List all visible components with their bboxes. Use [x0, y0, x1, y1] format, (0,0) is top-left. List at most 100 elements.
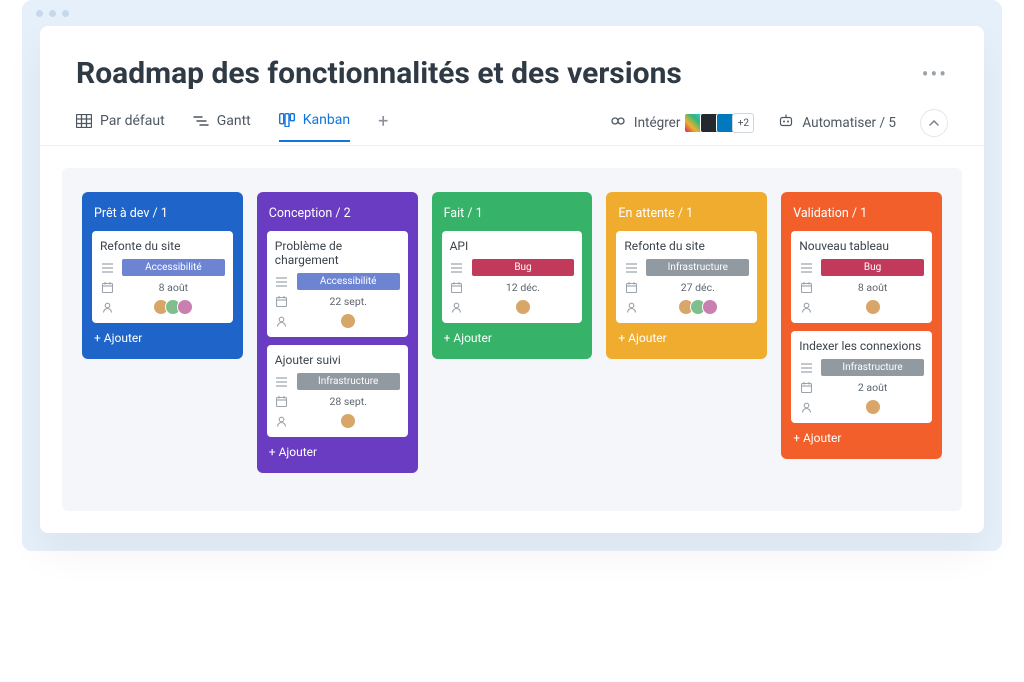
- card-assignees-row: [799, 299, 924, 315]
- card-tag-row: Infrastructure: [799, 359, 924, 376]
- card-tag-row: Bug: [799, 259, 924, 276]
- avatar: [340, 313, 356, 329]
- grid-icon: [76, 114, 92, 128]
- calendar-icon: [450, 282, 464, 293]
- avatar-stack: [472, 299, 575, 315]
- card-assignees-row: [275, 413, 400, 429]
- header: Roadmap des fonctionnalités et des versi…: [40, 26, 984, 91]
- list-icon: [624, 263, 638, 273]
- card-date-row: 8 août: [100, 281, 225, 294]
- add-view-button[interactable]: +: [378, 111, 388, 144]
- add-card-button[interactable]: + Ajouter: [94, 331, 231, 345]
- kanban-icon: [279, 113, 295, 127]
- tool-label: Intégrer: [634, 115, 680, 131]
- calendar-icon: [275, 296, 289, 307]
- robot-icon: [778, 114, 794, 132]
- automate-button[interactable]: Automatiser / 5: [778, 114, 896, 132]
- collapse-button[interactable]: [920, 109, 948, 137]
- card-assignees-row: [450, 299, 575, 315]
- avatar-stack: [821, 399, 924, 415]
- card-date: 8 août: [122, 281, 225, 294]
- toolbar: Par défaut Gantt K: [40, 91, 984, 146]
- calendar-icon: [799, 282, 813, 293]
- kanban-card[interactable]: Indexer les connexions Infrastructure 2 ao…: [791, 331, 932, 423]
- add-card-button[interactable]: + Ajouter: [793, 431, 930, 445]
- integration-more[interactable]: +2: [732, 113, 754, 133]
- column-title: Conception / 2: [269, 206, 406, 221]
- tag-badge: Bug: [472, 259, 575, 276]
- add-card-button[interactable]: + Ajouter: [618, 331, 755, 345]
- card-date: 2 août: [821, 381, 924, 394]
- avatar: [515, 299, 531, 315]
- kanban-card[interactable]: Refonte du siteAccessibilité8 août: [92, 231, 233, 323]
- tab-gantt[interactable]: Gantt: [193, 113, 251, 141]
- column-done: Fait / 1 API Bug 12 déc. + Ajouter: [432, 192, 593, 359]
- column-title: En attente / 1: [618, 206, 755, 221]
- avatar: [177, 299, 193, 315]
- card-date-row: 27 déc.: [624, 281, 749, 294]
- user-icon: [799, 302, 813, 313]
- card-date-row: 22 sept.: [275, 295, 400, 308]
- column-ready: Prêt à dev / 1Refonte du siteAccessibili…: [82, 192, 243, 359]
- card-title: Indexer les connexions: [799, 339, 924, 353]
- kanban-card[interactable]: Refonte du site Infrastructure 27 déc.: [616, 231, 757, 323]
- calendar-icon: [624, 282, 638, 293]
- calendar-icon: [799, 382, 813, 393]
- column-title: Fait / 1: [444, 206, 581, 221]
- tab-label: Gantt: [217, 113, 251, 129]
- card-date-row: 8 août: [799, 281, 924, 294]
- column-title: Validation / 1: [793, 206, 930, 221]
- add-card-button[interactable]: + Ajouter: [269, 445, 406, 459]
- user-icon: [275, 416, 289, 427]
- card-title: Nouveau tableau: [799, 239, 924, 253]
- tab-kanban[interactable]: Kanban: [279, 112, 350, 142]
- user-icon: [275, 316, 289, 327]
- calendar-icon: [100, 282, 114, 293]
- avatar-stack: [297, 313, 400, 329]
- tool-label: Automatiser / 5: [802, 115, 896, 131]
- card-title: Refonte du site: [624, 239, 749, 253]
- column-title: Prêt à dev / 1: [94, 206, 231, 221]
- avatar-stack: [297, 413, 400, 429]
- more-icon[interactable]: •••: [922, 62, 948, 86]
- window-dot: [62, 10, 69, 17]
- avatar-stack: [122, 299, 225, 315]
- kanban-card[interactable]: Ajouter suiviInfrastructure28 sept.: [267, 345, 408, 437]
- browser-frame: Roadmap des fonctionnalités et des versi…: [22, 0, 1002, 551]
- list-icon: [450, 263, 464, 273]
- tab-label: Kanban: [303, 112, 350, 128]
- tag-badge: Infrastructure: [821, 359, 924, 376]
- gantt-icon: [193, 115, 209, 127]
- avatar-stack: [821, 299, 924, 315]
- card-tag-row: Bug: [450, 259, 575, 276]
- kanban-card[interactable]: Problème de chargement Accessibilité 22 se…: [267, 231, 408, 337]
- list-icon: [799, 363, 813, 373]
- tag-badge: Accessibilité: [297, 273, 400, 290]
- card-assignees-row: [799, 399, 924, 415]
- column-design: Conception / 2 Problème de chargement Acce…: [257, 192, 418, 473]
- card-date-row: 12 déc.: [450, 281, 575, 294]
- window-dot: [49, 10, 56, 17]
- integrate-icon: [610, 113, 626, 133]
- card-assignees-row: [624, 299, 749, 315]
- right-tools: Intégrer +2 Automatiser / 5: [610, 109, 948, 145]
- avatar: [702, 299, 718, 315]
- user-icon: [799, 402, 813, 413]
- user-icon: [450, 302, 464, 313]
- kanban-card[interactable]: Nouveau tableau Bug 8 août: [791, 231, 932, 323]
- browser-titlebar: [22, 0, 1002, 26]
- tag-badge: Accessibilité: [122, 259, 225, 276]
- tag-badge: Bug: [821, 259, 924, 276]
- avatar: [340, 413, 356, 429]
- add-card-button[interactable]: + Ajouter: [444, 331, 581, 345]
- card-tag-row: Accessibilité: [275, 273, 400, 290]
- integrate-button[interactable]: Intégrer +2: [610, 113, 754, 133]
- card-title: API: [450, 239, 575, 253]
- card-date: 12 déc.: [472, 281, 575, 294]
- card-date: 27 déc.: [646, 281, 749, 294]
- card-date: 22 sept.: [297, 295, 400, 308]
- tab-default[interactable]: Par défaut: [76, 113, 165, 141]
- card-title: Problème de chargement: [275, 239, 400, 267]
- kanban-card[interactable]: API Bug 12 déc.: [442, 231, 583, 323]
- card-tag-row: Infrastructure: [624, 259, 749, 276]
